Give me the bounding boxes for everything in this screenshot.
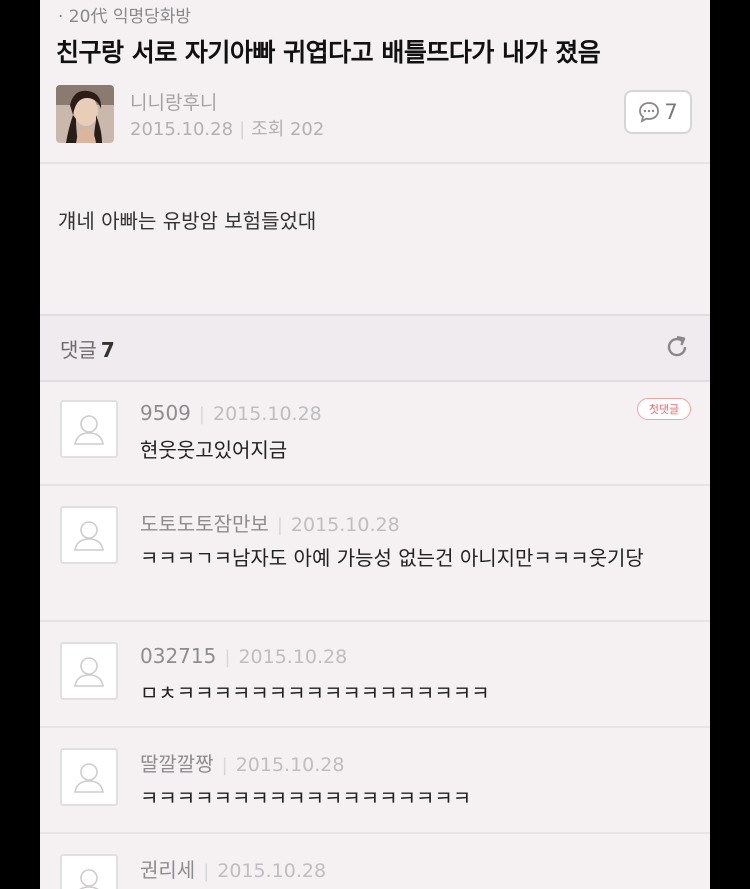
- default-user-icon[interactable]: [60, 400, 118, 458]
- comment-header: 권리세 | 2015.10.28: [140, 854, 326, 883]
- comments-title: 댓글 7: [60, 334, 115, 363]
- board-name[interactable]: · 20代 익명당화방: [58, 2, 191, 27]
- author-avatar[interactable]: [56, 85, 114, 143]
- meta-separator: |: [198, 404, 205, 425]
- comment-count-button[interactable]: 7: [624, 90, 692, 134]
- comments-count: 7: [100, 338, 115, 362]
- comment-text: 현웃웃고있어지금: [140, 438, 288, 462]
- comment-count: 7: [664, 100, 678, 124]
- meta-separator: |: [239, 119, 246, 140]
- comment-author[interactable]: 9509: [140, 401, 191, 425]
- comment-date: 2015.10.28: [217, 860, 327, 882]
- comment-header: 딸깔깔짱 | 2015.10.28: [140, 748, 344, 777]
- speech-bubble-icon: [639, 102, 660, 123]
- comment-date: 2015.10.28: [290, 514, 400, 536]
- comment-item: 권리세 | 2015.10.28: [40, 834, 710, 889]
- app-screen: · 20代 익명당화방 친구랑 서로 자기아빠 귀엽다고 배틀뜨다가 내가 졌음…: [40, 0, 710, 889]
- divider: [40, 162, 710, 164]
- comment-text: ㅁㅊㅋㅋㅋㅋㅋㅋㅋㅋㅋㅋㅋㅋㅋㅋㅋㅋㅋ: [140, 681, 490, 705]
- post-views: 조회 202: [251, 119, 325, 140]
- comment-header: 9509 | 2015.10.28: [140, 401, 322, 425]
- comment-author[interactable]: 032715: [140, 644, 216, 668]
- post-title: 친구랑 서로 자기아빠 귀엽다고 배틀뜨다가 내가 졌음: [56, 38, 601, 67]
- comment-author[interactable]: 권리세: [140, 858, 195, 882]
- post-body: 걔네 아빠는 유방암 보험들었대: [58, 209, 317, 233]
- comment-header: 도토도토잠만보 | 2015.10.28: [140, 508, 400, 537]
- comment-text: ㅋㅋㅋㄱㅋ남자도 아예 가능성 없는건 아니지만ㅋㅋㅋ웃기당: [140, 546, 644, 570]
- comment-date: 2015.10.28: [238, 646, 348, 668]
- first-comment-badge: 첫댓글: [637, 398, 691, 420]
- comment-date: 2015.10.28: [212, 403, 322, 425]
- comments-label: 댓글: [60, 338, 97, 362]
- meta-separator: |: [224, 647, 231, 668]
- comment-date: 2015.10.28: [235, 754, 345, 776]
- comment-author[interactable]: 도토도토잠만보: [140, 512, 269, 536]
- meta-separator: |: [221, 755, 228, 776]
- comment-item: 딸깔깔짱 | 2015.10.28 ㅋㅋㅋㅋㅋㅋㅋㅋㅋㅋㅋㅋㅋㅋㅋㅋㅋㅋ: [40, 728, 710, 834]
- refresh-icon[interactable]: [662, 332, 692, 362]
- comment-item: 032715 | 2015.10.28 ㅁㅊㅋㅋㅋㅋㅋㅋㅋㅋㅋㅋㅋㅋㅋㅋㅋㅋㅋ: [40, 622, 710, 728]
- default-user-icon[interactable]: [60, 854, 118, 889]
- meta-separator: |: [203, 861, 210, 882]
- comments-header: 댓글 7: [40, 314, 710, 382]
- default-user-icon[interactable]: [60, 642, 118, 700]
- author-name[interactable]: 니니랑후니: [130, 88, 217, 115]
- post-date: 2015.10.28: [130, 119, 234, 140]
- meta-separator: |: [276, 515, 283, 536]
- comment-item: 9509 | 2015.10.28 현웃웃고있어지금: [40, 380, 710, 486]
- default-user-icon[interactable]: [60, 748, 118, 806]
- post-meta: 2015.10.28 | 조회 202: [130, 115, 324, 141]
- comment-text: ㅋㅋㅋㅋㅋㅋㅋㅋㅋㅋㅋㅋㅋㅋㅋㅋㅋㅋ: [140, 786, 472, 810]
- comment-author[interactable]: 딸깔깔짱: [140, 752, 214, 776]
- comment-item: 도토도토잠만보 | 2015.10.28 ㅋㅋㅋㄱㅋ남자도 아예 가능성 없는건 아…: [40, 486, 710, 622]
- default-user-icon[interactable]: [60, 506, 118, 564]
- comment-header: 032715 | 2015.10.28: [140, 644, 347, 668]
